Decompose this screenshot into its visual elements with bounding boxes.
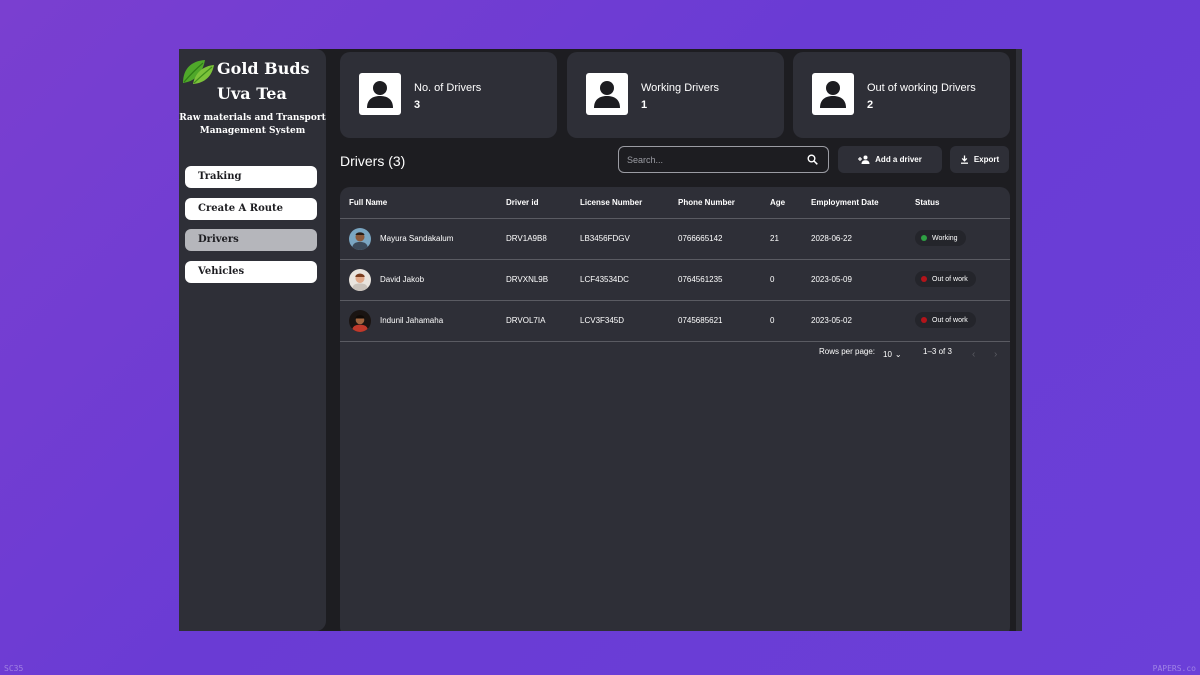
status-text: Working: [932, 234, 958, 242]
age: 0: [770, 275, 775, 284]
user-icon: [359, 73, 401, 115]
scrollbar-track[interactable]: [1016, 49, 1022, 631]
stat-value: 1: [641, 99, 648, 111]
search-input[interactable]: [627, 152, 797, 168]
stat-label: Working Drivers: [641, 82, 720, 94]
app-window: Gold Buds Uva Tea Raw materials and Tran…: [179, 49, 1022, 631]
table-row[interactable]: David Jakob DRVXNL9B LCF43534DC 07645612…: [340, 260, 1010, 301]
brand-name-line1: Gold Buds: [217, 59, 310, 78]
tea-leaf-icon: [183, 60, 214, 84]
search-icon[interactable]: [807, 154, 818, 165]
page-title: Drivers (3): [340, 153, 406, 169]
column-header[interactable]: Phone Number: [678, 198, 735, 207]
add-driver-label: Add a driver: [875, 155, 922, 164]
watermark-left: SC35: [4, 664, 24, 673]
rows-per-page-label: Rows per page:: [819, 347, 876, 356]
column-header[interactable]: License Number: [580, 198, 642, 207]
age: 21: [770, 234, 779, 243]
stat-value: 2: [867, 99, 874, 111]
license-number: LCV3F345D: [580, 316, 625, 325]
status-badge: Working: [915, 230, 966, 246]
table-row[interactable]: Mayura Sandakalum DRV1A9B8 LB3456FDGV 07…: [340, 219, 1010, 260]
download-icon: [960, 155, 968, 164]
table-pagination: Rows per page: 10 ⌄ 1–3 of 3 ‹ ›: [340, 344, 1010, 364]
status-dot-icon: [921, 235, 927, 241]
driver-name: Indunil Jahamaha: [380, 316, 444, 325]
stat-card-total-drivers: No. of Drivers 3: [340, 52, 557, 138]
column-header[interactable]: Full Name: [349, 198, 387, 207]
sidebar-item-traking[interactable]: Traking: [185, 166, 317, 188]
sidebar-item-drivers[interactable]: Drivers: [185, 229, 317, 251]
avatar: [349, 269, 371, 291]
sidebar-nav: Traking Create A Route Drivers Vehicles: [185, 166, 317, 292]
table-row[interactable]: Indunil Jahamaha DRVOL7IA LCV3F345D 0745…: [340, 301, 1010, 342]
table-header: Full Name Driver id License Number Phone…: [340, 187, 1010, 219]
subtitle-line1: Raw materials and Transport: [179, 113, 326, 123]
chevron-down-icon: ⌄: [894, 350, 902, 359]
driver-name: David Jakob: [380, 275, 425, 284]
stat-value: 3: [414, 99, 421, 111]
sidebar-item-create-route[interactable]: Create A Route: [185, 197, 317, 220]
stat-card-out-of-work-drivers: Out of working Drivers 2: [793, 52, 1010, 138]
next-page-icon[interactable]: ›: [994, 349, 997, 360]
driver-id: DRVXNL9B: [506, 275, 549, 284]
search-box[interactable]: [618, 146, 829, 173]
column-header[interactable]: Driver id: [506, 198, 538, 207]
sidebar: Gold Buds Uva Tea Raw materials and Tran…: [179, 49, 326, 631]
column-header[interactable]: Employment Date: [811, 198, 879, 207]
add-user-icon: [858, 155, 870, 164]
age: 0: [770, 316, 775, 325]
rows-per-page-value: 10: [883, 350, 892, 359]
column-header[interactable]: Age: [770, 198, 785, 207]
status-text: Out of work: [932, 275, 968, 283]
license-number: LCF43534DC: [580, 275, 629, 284]
previous-page-icon[interactable]: ‹: [972, 349, 975, 360]
brand-name-line2: Uva Tea: [217, 84, 287, 103]
driver-name: Mayura Sandakalum: [380, 234, 454, 243]
employment-date: 2023-05-02: [811, 316, 852, 325]
employment-date: 2023-05-09: [811, 275, 852, 284]
column-header[interactable]: Status: [915, 198, 939, 207]
status-text: Out of work: [932, 316, 968, 324]
driver-id: DRVOL7IA: [506, 316, 546, 325]
pagination-range: 1–3 of 3: [923, 347, 952, 356]
status-badge: Out of work: [915, 312, 976, 328]
license-number: LB3456FDGV: [580, 234, 630, 243]
stat-label: Out of working Drivers: [867, 82, 976, 94]
subtitle-line2: Management System: [199, 126, 306, 136]
drivers-table: Full Name Driver id License Number Phone…: [340, 187, 1010, 631]
phone-number: 0766665142: [678, 234, 723, 243]
user-icon: [812, 73, 854, 115]
phone-number: 0764561235: [678, 275, 723, 284]
status-badge: Out of work: [915, 271, 976, 287]
stat-label: No. of Drivers: [414, 82, 482, 94]
avatar: [349, 310, 371, 332]
watermark-right: PAPERS.co: [1152, 664, 1196, 673]
driver-id: DRV1A9B8: [506, 234, 547, 243]
status-dot-icon: [921, 276, 927, 282]
add-driver-button[interactable]: Add a driver: [838, 146, 942, 173]
brand-logo: Gold Buds Uva Tea: [181, 55, 321, 105]
app-subtitle: Raw materials and Transport Management S…: [179, 112, 326, 138]
user-icon: [586, 73, 628, 115]
export-button[interactable]: Export: [950, 146, 1009, 173]
sidebar-item-vehicles[interactable]: Vehicles: [185, 260, 317, 283]
employment-date: 2028-06-22: [811, 234, 852, 243]
rows-per-page-select[interactable]: 10 ⌄: [883, 350, 902, 359]
main-content: No. of Drivers 3 Working Drivers 1 Out o…: [340, 49, 1022, 631]
export-label: Export: [973, 155, 1000, 164]
phone-number: 0745685621: [678, 316, 723, 325]
stat-card-working-drivers: Working Drivers 1: [567, 52, 784, 138]
status-dot-icon: [921, 317, 927, 323]
avatar: [349, 228, 371, 250]
